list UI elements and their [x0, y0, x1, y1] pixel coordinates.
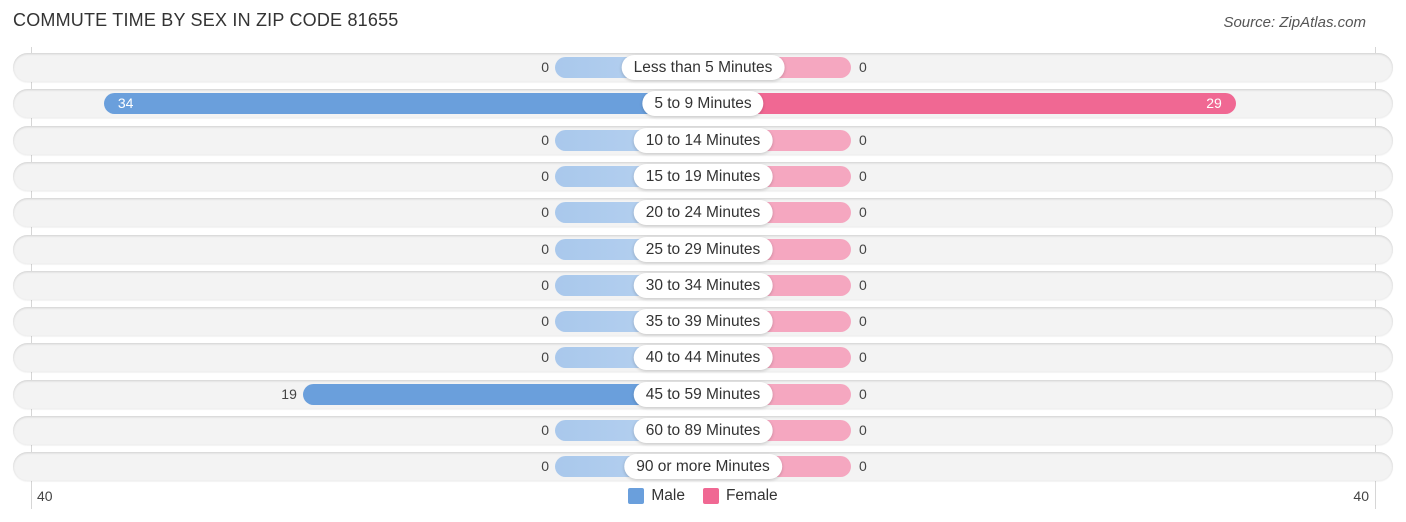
category-label: 90 or more Minutes — [624, 454, 782, 480]
bar-male[interactable] — [103, 93, 703, 115]
chart-row: 0 0 15 to 19 Minutes — [13, 161, 1393, 191]
value-label-female: 0 — [859, 167, 867, 184]
legend-label-male: Male — [651, 487, 685, 504]
value-label-male: 0 — [541, 240, 549, 257]
value-label-male: 0 — [541, 204, 549, 221]
chart-row: 0 0 30 to 34 Minutes — [13, 270, 1393, 300]
legend-swatch-male — [628, 488, 645, 504]
value-label-male: 0 — [541, 422, 549, 438]
chart-row: 34 29 5 to 9 Minutes — [13, 89, 1393, 119]
chart-row: 0 0 90 or more Minutes — [13, 452, 1393, 482]
legend-item-male[interactable]: Male — [628, 487, 685, 505]
chart-row: 0 0 20 to 24 Minutes — [13, 198, 1393, 228]
value-label-male: 0 — [541, 59, 549, 75]
value-label-female: 0 — [859, 276, 867, 293]
value-label-male: 19 — [281, 385, 297, 402]
value-label-female: 0 — [859, 313, 867, 330]
legend: Male Female — [0, 487, 1406, 505]
value-label-female: 0 — [859, 131, 867, 148]
value-label-male: 0 — [541, 276, 549, 293]
category-label: Less than 5 Minutes — [621, 55, 785, 80]
value-label-female: 29 — [1206, 95, 1222, 112]
chart-row: 0 0 25 to 29 Minutes — [13, 234, 1393, 264]
category-label: 25 to 29 Minutes — [633, 236, 773, 262]
legend-item-female[interactable]: Female — [702, 487, 778, 505]
value-label-male: 34 — [117, 95, 134, 112]
value-label-female: 0 — [859, 240, 867, 257]
value-label-female: 0 — [859, 422, 867, 438]
value-label-male: 0 — [541, 167, 549, 184]
bar-female[interactable] — [703, 93, 1236, 115]
value-label-male: 0 — [541, 349, 549, 366]
chart-title: COMMUTE TIME BY SEX IN ZIP CODE 81655 — [13, 10, 399, 30]
value-label-female: 0 — [859, 458, 867, 475]
value-label-male: 0 — [541, 313, 549, 330]
chart-row: 0 0 35 to 39 Minutes — [13, 307, 1393, 337]
source-label: Source: ZipAtlas.com — [1223, 14, 1366, 31]
chart-row: 0 0 Less than 5 Minutes — [13, 53, 1393, 82]
value-label-male: 0 — [541, 458, 549, 475]
legend-label-female: Female — [725, 487, 778, 504]
value-label-female: 0 — [859, 59, 867, 75]
category-label: 60 to 89 Minutes — [633, 418, 773, 443]
category-label: 10 to 14 Minutes — [633, 127, 773, 153]
chart-row: 0 0 40 to 44 Minutes — [13, 343, 1393, 373]
category-label: 5 to 9 Minutes — [642, 91, 764, 117]
category-label: 15 to 19 Minutes — [633, 163, 773, 189]
category-label: 40 to 44 Minutes — [633, 345, 773, 371]
category-label: 20 to 24 Minutes — [633, 200, 773, 226]
category-label: 45 to 59 Minutes — [633, 381, 773, 407]
chart-row: 0 0 60 to 89 Minutes — [13, 416, 1393, 445]
chart-row: 0 0 10 to 14 Minutes — [13, 125, 1393, 155]
category-label: 35 to 39 Minutes — [633, 309, 773, 335]
value-label-female: 0 — [859, 349, 867, 366]
chart-row: 19 0 45 to 59 Minutes — [13, 379, 1393, 409]
legend-swatch-female — [702, 488, 719, 504]
category-label: 30 to 34 Minutes — [633, 272, 773, 298]
value-label-female: 0 — [859, 385, 867, 402]
value-label-female: 0 — [859, 204, 867, 221]
value-label-male: 0 — [541, 131, 549, 148]
